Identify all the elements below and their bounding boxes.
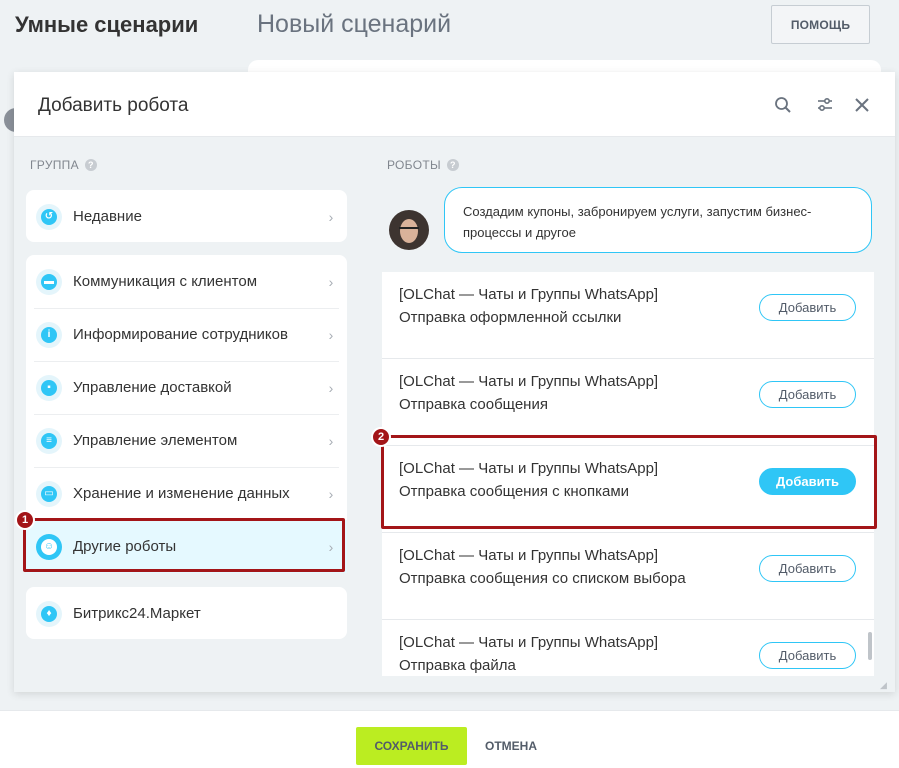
avatar xyxy=(389,210,429,250)
market-card: ♦ Битрикс24.Маркет xyxy=(26,587,347,639)
add-robot-panel: Добавить робота ГРУППА ? ↺ Недавние › ▬ xyxy=(14,72,895,692)
chevron-right-icon: › xyxy=(328,432,334,449)
robot-title: [OLChat — Чаты и Группы WhatsApp] xyxy=(399,286,659,303)
robots-column: РОБОТЫ ? Создадим купоны, забронируем ус… xyxy=(369,137,895,692)
group-item-communication[interactable]: ▬ Коммуникация с клиентом › xyxy=(26,255,347,308)
chevron-right-icon: › xyxy=(328,379,334,396)
group-item-delivery[interactable]: ▪ Управление доставкой › xyxy=(26,361,347,414)
group-item-recent[interactable]: ↺ Недавние › xyxy=(26,190,347,243)
robot-subtitle: Отправка сообщения со списком выбора xyxy=(399,570,686,587)
recent-clock-icon: ↺ xyxy=(36,203,62,230)
groups-column: ГРУППА ? ↺ Недавние › ▬ Коммуникация с к… xyxy=(14,137,369,692)
add-robot-button[interactable]: Добавить xyxy=(759,381,856,408)
market-bag-icon: ♦ xyxy=(36,600,62,627)
help-question-icon[interactable]: ? xyxy=(84,159,97,171)
annotation-badge-2: 2 xyxy=(371,427,391,447)
robots-label: РОБОТЫ ? xyxy=(387,158,459,172)
info-icon: i xyxy=(36,321,62,348)
robot-item: [OLChat — Чаты и Группы WhatsApp] Отправ… xyxy=(382,272,874,359)
annotation-badge-1: 1 xyxy=(15,510,35,530)
group-item-market[interactable]: ♦ Битрикс24.Маркет xyxy=(26,587,347,640)
add-robot-button[interactable]: Добавить xyxy=(759,642,856,669)
help-question-icon[interactable]: ? xyxy=(446,159,459,171)
settings-sliders-icon[interactable] xyxy=(814,94,836,116)
group-item-informing[interactable]: i Информирование сотрудников › xyxy=(26,308,347,361)
group-item-element[interactable]: ≡ Управление элементом › xyxy=(26,414,347,467)
hint-bubble: Создадим купоны, забронируем услуги, зап… xyxy=(444,187,872,253)
chevron-right-icon: › xyxy=(328,326,334,343)
cancel-button[interactable]: ОТМЕНА xyxy=(485,739,537,753)
robot-item: [OLChat — Чаты и Группы WhatsApp] Отправ… xyxy=(382,359,874,446)
robot-item: [OLChat — Чаты и Группы WhatsApp] Отправ… xyxy=(382,533,874,620)
robot-title: [OLChat — Чаты и Группы WhatsApp] xyxy=(399,373,659,390)
groups-label: ГРУППА ? xyxy=(30,158,97,172)
robot-title: [OLChat — Чаты и Группы WhatsApp] xyxy=(399,634,659,651)
save-button[interactable]: СОХРАНИТЬ xyxy=(356,727,467,765)
robots-scrollbar[interactable] xyxy=(868,632,872,660)
help-button[interactable]: ПОМОЩЬ xyxy=(771,5,870,44)
resize-grip-icon[interactable]: ◢ xyxy=(880,680,890,690)
add-robot-button[interactable]: Добавить xyxy=(759,294,856,321)
chevron-right-icon: › xyxy=(328,485,334,502)
recent-card: ↺ Недавние › xyxy=(26,190,347,242)
annotation-highlight-1 xyxy=(23,518,345,572)
panel-title: Добавить робота xyxy=(38,95,189,116)
truck-icon: ▪ xyxy=(36,374,62,401)
group-item-storage[interactable]: ▭ Хранение и изменение данных › xyxy=(26,467,347,520)
robot-subtitle: Отправка сообщения xyxy=(399,396,548,413)
chevron-right-icon: › xyxy=(328,208,334,225)
footer-bar: СОХРАНИТЬ ОТМЕНА xyxy=(0,710,899,768)
robot-subtitle: Отправка файла xyxy=(399,657,516,674)
robot-title: [OLChat — Чаты и Группы WhatsApp] xyxy=(399,547,659,564)
scenario-title[interactable]: Новый сценарий xyxy=(257,10,451,39)
chevron-right-icon: › xyxy=(328,273,334,290)
storage-icon: ▭ xyxy=(36,480,62,507)
close-icon[interactable] xyxy=(851,94,873,116)
annotation-highlight-2 xyxy=(381,435,877,529)
robot-subtitle: Отправка оформленной ссылки xyxy=(399,309,622,326)
search-icon[interactable] xyxy=(772,94,794,116)
page-title: Умные сценарии xyxy=(15,12,199,37)
robot-item: [OLChat — Чаты и Группы WhatsApp] Отправ… xyxy=(382,620,874,676)
panel-header: Добавить робота xyxy=(14,72,895,137)
add-robot-button[interactable]: Добавить xyxy=(759,555,856,582)
filter-icon: ≡ xyxy=(36,427,62,454)
chat-icon: ▬ xyxy=(36,268,62,295)
